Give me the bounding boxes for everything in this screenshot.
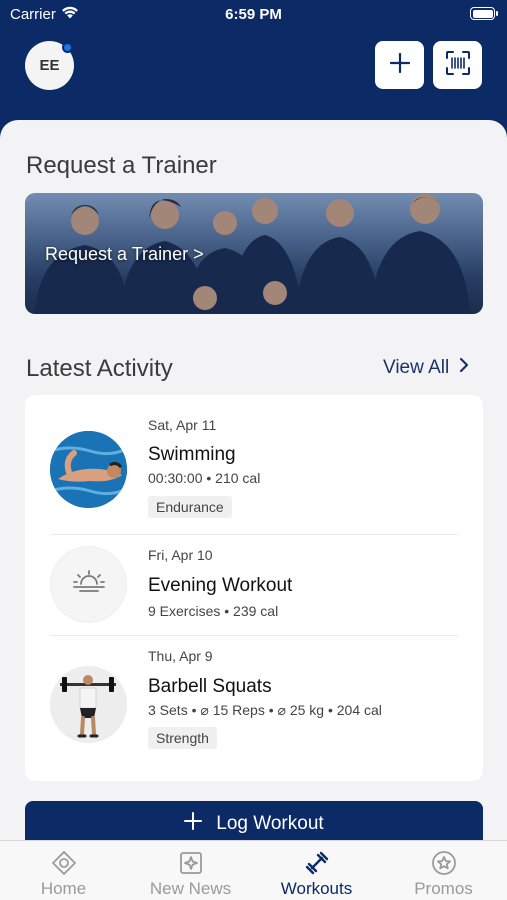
activity-name: Swimming xyxy=(148,444,236,465)
tab-new-news[interactable]: New News xyxy=(127,841,254,900)
activity-meta: 3 Sets • ⌀ 15 Reps • ⌀ 25 kg • 204 cal xyxy=(148,702,382,718)
status-bar: Carrier 6:59 PM xyxy=(0,0,507,30)
news-sparkle-icon xyxy=(178,847,204,879)
activity-meta: 9 Exercises • 239 cal xyxy=(148,603,279,619)
tab-promos[interactable]: Promos xyxy=(380,841,507,900)
activity-tag: Endurance xyxy=(148,496,232,518)
notification-dot xyxy=(62,42,73,53)
star-badge-icon xyxy=(431,847,457,879)
tab-home[interactable]: Home xyxy=(0,841,127,900)
sunset-thumbnail xyxy=(50,546,127,623)
trainer-section-title: Request a Trainer xyxy=(26,152,217,179)
activity-date: Thu, Apr 9 xyxy=(148,648,213,664)
activity-list: Sat, Apr 11 Swimming 00:30:00 • 210 cal … xyxy=(25,395,483,781)
activity-date: Fri, Apr 10 xyxy=(148,547,213,563)
dumbbell-icon xyxy=(303,847,331,879)
avatar-initials: EE xyxy=(39,57,60,74)
request-trainer-label: Request a Trainer > xyxy=(45,244,204,264)
list-item[interactable]: Sat, Apr 11 Swimming 00:30:00 • 210 cal … xyxy=(25,395,483,534)
barcode-scan-button[interactable] xyxy=(433,41,482,89)
chevron-right-icon xyxy=(459,357,469,379)
plus-icon xyxy=(184,812,203,836)
add-button[interactable] xyxy=(375,41,424,89)
home-diamond-icon xyxy=(51,847,77,879)
request-trainer-banner[interactable]: Request a Trainer > xyxy=(25,193,483,314)
barbell-squat-thumbnail xyxy=(50,666,127,743)
sunset-icon xyxy=(72,569,106,600)
activity-name: Barbell Squats xyxy=(148,676,272,697)
log-workout-label: Log Workout xyxy=(216,813,324,834)
avatar[interactable]: EE xyxy=(25,41,74,90)
view-all-label: View All xyxy=(383,357,450,378)
battery-icon xyxy=(470,7,498,20)
activity-name: Evening Workout xyxy=(148,575,293,596)
tab-bar: Home New News Workouts Promos xyxy=(0,840,507,900)
tab-label: Promos xyxy=(414,879,473,898)
list-item[interactable]: Thu, Apr 9 Barbell Squats 3 Sets • ⌀ 15 … xyxy=(25,636,483,781)
latest-activity-title: Latest Activity xyxy=(26,355,173,382)
tab-label: Workouts xyxy=(280,879,353,898)
tab-workouts[interactable]: Workouts xyxy=(253,841,380,900)
clock: 6:59 PM xyxy=(225,6,282,23)
activity-tag: Strength xyxy=(148,727,217,749)
list-item[interactable]: Fri, Apr 10 Evening Workout 9 Exercises … xyxy=(25,535,483,635)
view-all-link[interactable]: View All xyxy=(383,357,469,379)
activity-date: Sat, Apr 11 xyxy=(148,417,217,433)
plus-icon xyxy=(389,52,410,78)
activity-meta: 00:30:00 • 210 cal xyxy=(148,470,261,486)
barcode-scanner-icon xyxy=(445,50,471,81)
tab-label: Home xyxy=(40,879,87,898)
swimming-thumbnail xyxy=(50,431,127,508)
tab-label: New News xyxy=(149,879,232,898)
